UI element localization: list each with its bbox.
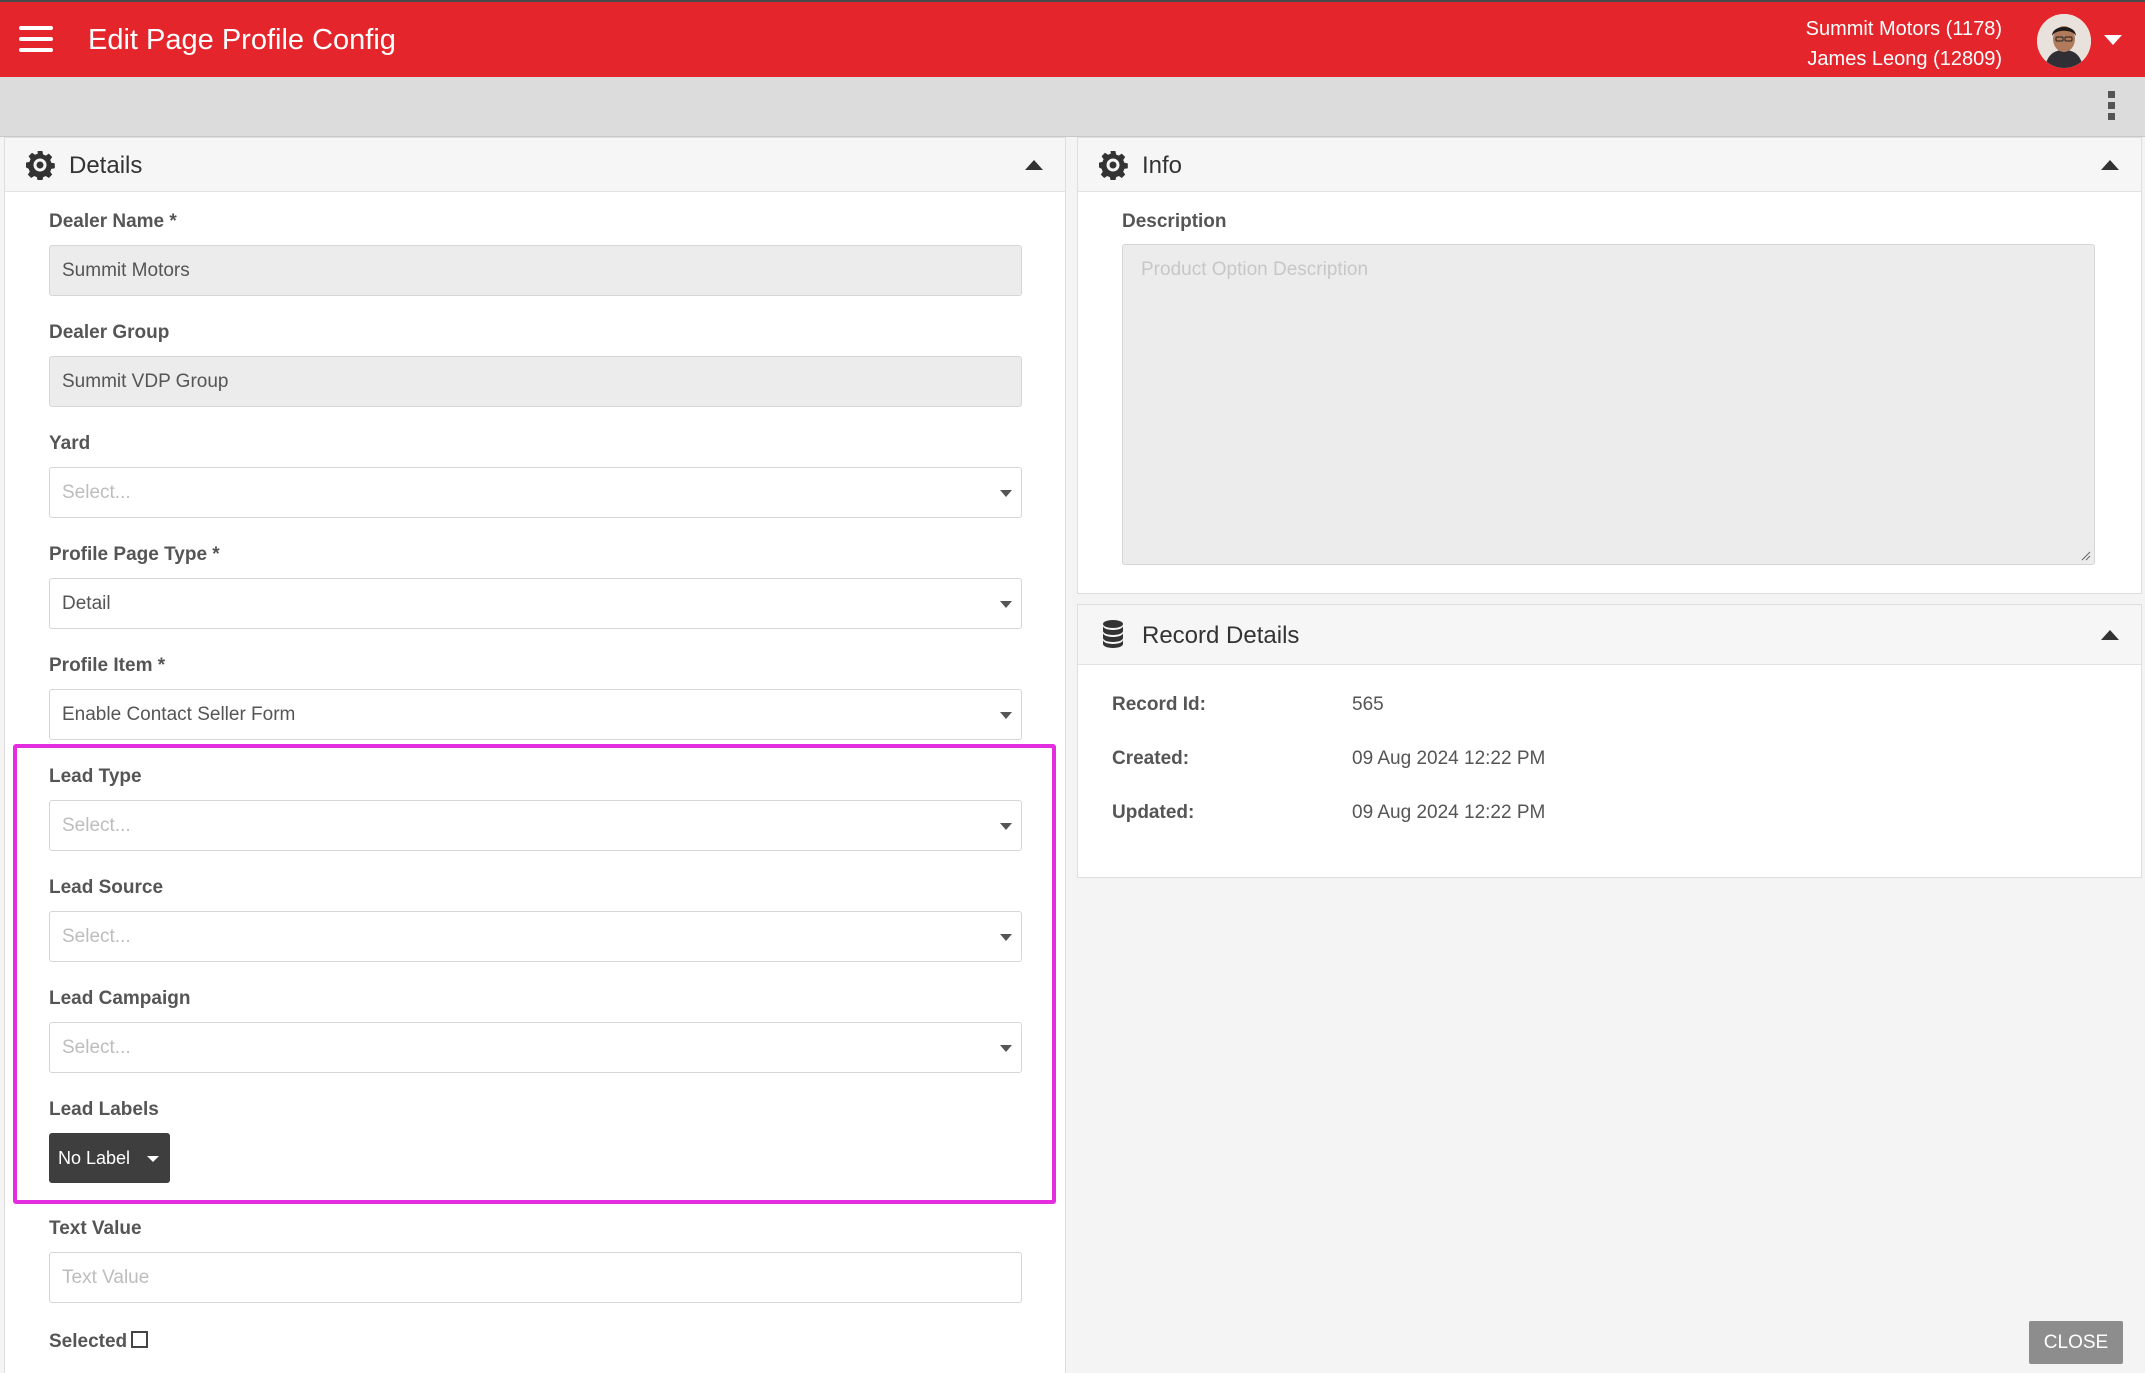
details-panel: Details Dealer Name * Summit Motors Deal… — [4, 137, 1066, 1373]
lead-source-select[interactable]: Select... — [49, 911, 1022, 962]
close-button[interactable]: CLOSE — [2029, 1321, 2123, 1364]
record-id-key: Record Id: — [1112, 694, 1206, 715]
lead-campaign-select[interactable]: Select... — [49, 1022, 1022, 1073]
description-placeholder: Product Option Description — [1141, 259, 1369, 280]
user-name: James Leong (12809) — [1807, 48, 2002, 70]
dropdown-caret-icon — [1000, 712, 1012, 719]
selected-checkbox[interactable] — [131, 1331, 149, 1348]
description-textarea[interactable]: Product Option Description — [1122, 244, 2095, 565]
lead-labels-button-label: No Label — [58, 1148, 131, 1168]
lead-type-label: Lead Type — [49, 766, 142, 787]
dealer-name-value: Summit Motors — [62, 260, 190, 281]
record-details-panel: Record Details Record Id: 565 Created: 0… — [1077, 604, 2142, 878]
page-title: Edit Page Profile Config — [88, 24, 396, 56]
lead-labels-label: Lead Labels — [49, 1099, 159, 1120]
record-id-value: 565 — [1352, 694, 1384, 715]
dealer-name: Summit Motors (1178) — [1805, 18, 2002, 40]
app-header: Edit Page Profile Config Summit Motors (… — [0, 0, 2145, 77]
yard-placeholder: Select... — [62, 482, 131, 503]
details-panel-title: Details — [69, 152, 143, 179]
dealer-name-label: Dealer Name * — [49, 211, 177, 232]
created-value: 09 Aug 2024 12:22 PM — [1352, 748, 1546, 769]
resize-grip-icon[interactable] — [2081, 551, 2091, 561]
info-panel: Info Description Product Option Descript… — [1077, 137, 2142, 594]
lead-campaign-label: Lead Campaign — [49, 988, 191, 1009]
gear-icon — [1099, 151, 1128, 180]
created-key: Created: — [1112, 748, 1190, 769]
updated-key: Updated: — [1112, 802, 1195, 823]
details-panel-header[interactable]: Details — [5, 138, 1065, 192]
profile-page-type-label: Profile Page Type * — [49, 544, 220, 565]
text-value-input[interactable]: Text Value — [49, 1252, 1022, 1303]
lead-source-placeholder: Select... — [62, 926, 131, 947]
description-label: Description — [1122, 211, 1227, 232]
dropdown-caret-icon — [147, 1156, 159, 1162]
info-panel-title: Info — [1142, 152, 1183, 179]
more-options-kebab-icon[interactable] — [2106, 91, 2116, 125]
lead-campaign-placeholder: Select... — [62, 1037, 131, 1058]
toolbar — [0, 77, 2145, 137]
yard-label: Yard — [49, 433, 91, 454]
lead-source-label: Lead Source — [49, 877, 164, 898]
dropdown-caret-icon — [1000, 823, 1012, 830]
user-menu-caret-icon[interactable] — [2104, 35, 2122, 45]
collapse-caret-icon[interactable] — [1025, 160, 1043, 170]
text-value-label: Text Value — [49, 1218, 142, 1239]
dropdown-caret-icon — [1000, 934, 1012, 941]
dropdown-caret-icon — [1000, 1045, 1012, 1052]
collapse-caret-icon[interactable] — [2101, 630, 2119, 640]
profile-item-select[interactable]: Enable Contact Seller Form — [49, 689, 1022, 740]
lead-type-select[interactable]: Select... — [49, 800, 1022, 851]
dealer-name-field: Summit Motors — [49, 245, 1022, 296]
user-info: Summit Motors (1178) James Leong (12809) — [1806, 14, 2002, 74]
profile-item-label: Profile Item * — [49, 655, 166, 676]
text-value-placeholder: Text Value — [62, 1267, 150, 1288]
profile-item-value: Enable Contact Seller Form — [62, 704, 296, 725]
profile-page-type-select[interactable]: Detail — [49, 578, 1022, 629]
hamburger-menu-icon[interactable] — [19, 26, 53, 53]
info-panel-header[interactable]: Info — [1078, 138, 2141, 192]
dealer-group-field: Summit VDP Group — [49, 356, 1022, 407]
dealer-group-value: Summit VDP Group — [62, 371, 229, 392]
dropdown-caret-icon — [1000, 490, 1012, 497]
selected-label: Selected — [49, 1331, 128, 1352]
lead-type-placeholder: Select... — [62, 815, 131, 836]
selected-field: Selected — [49, 1331, 149, 1353]
database-icon — [1103, 620, 1123, 648]
dealer-group-label: Dealer Group — [49, 322, 170, 343]
collapse-caret-icon[interactable] — [2101, 160, 2119, 170]
record-details-panel-header[interactable]: Record Details — [1078, 605, 2141, 665]
profile-page-type-value: Detail — [62, 593, 111, 614]
dropdown-caret-icon — [1000, 601, 1012, 608]
yard-select[interactable]: Select... — [49, 467, 1022, 518]
lead-labels-dropdown-button[interactable]: No Label — [49, 1133, 170, 1183]
avatar[interactable] — [2037, 14, 2091, 68]
updated-value: 09 Aug 2024 12:22 PM — [1352, 802, 1546, 823]
record-details-panel-title: Record Details — [1142, 622, 1300, 649]
gear-icon — [26, 151, 55, 180]
